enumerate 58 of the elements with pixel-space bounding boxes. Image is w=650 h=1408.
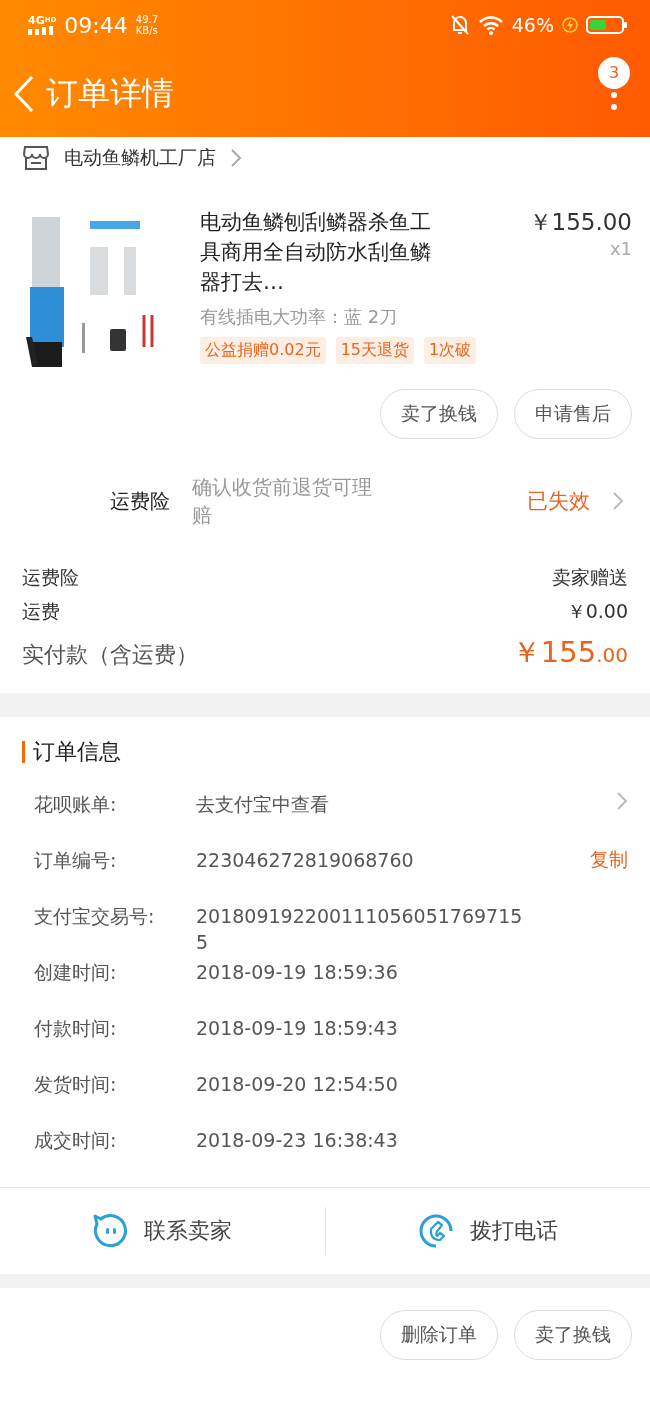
- info-value: 223046272819068760: [196, 848, 415, 873]
- contact-label[interactable]: 拨打电话: [469, 1216, 558, 1246]
- info-value: 2018-09-19 18:59:43: [196, 1016, 399, 1041]
- cost-value: ￥0.00: [566, 599, 628, 624]
- info-label: 订单编号:: [34, 848, 118, 873]
- network-speed: 49.7: [135, 14, 159, 25]
- shop-name[interactable]: 电动鱼鳞机工厂店: [64, 145, 216, 171]
- product-price: ￥155.00: [528, 208, 632, 237]
- chat-bubble-icon[interactable]: [92, 1213, 129, 1249]
- insurance-description: 确认收货前退货可理赔: [192, 474, 373, 529]
- chevron-right-icon[interactable]: [616, 791, 628, 811]
- info-value: 2018091922001110560517697155: [196, 904, 524, 955]
- status-time: 09:44: [64, 12, 128, 38]
- info-label: 成交时间:: [34, 1128, 118, 1153]
- charging-icon: [562, 16, 578, 34]
- info-value: 2018-09-19 18:59:36: [196, 960, 399, 985]
- battery-icon: [586, 15, 628, 35]
- insurance-label: 运费险: [110, 487, 170, 515]
- shop-icon: [22, 145, 50, 171]
- action-button[interactable]: 卖了换钱: [380, 389, 498, 439]
- wifi-icon: [477, 15, 504, 35]
- cost-value: 卖家赠送: [552, 565, 628, 590]
- notification-badge: 3: [598, 56, 630, 89]
- more-icon[interactable]: [610, 90, 618, 111]
- chevron-right-icon: [612, 491, 624, 511]
- info-label: 创建时间:: [34, 960, 118, 985]
- action-button[interactable]: 卖了换钱: [514, 1310, 632, 1360]
- accent-bar: [22, 741, 25, 763]
- muted-bell-icon: [449, 14, 470, 36]
- contact-label[interactable]: 联系卖家: [144, 1216, 233, 1246]
- speed-unit: KB/s: [135, 25, 159, 36]
- action-button[interactable]: 申请售后: [514, 389, 632, 439]
- network-type: 4G: [28, 14, 45, 27]
- info-label: 付款时间:: [34, 1016, 118, 1041]
- phone-icon[interactable]: [417, 1213, 454, 1249]
- section-title: 订单信息: [33, 738, 121, 766]
- page-title: 订单详情: [46, 72, 175, 114]
- back-icon[interactable]: [12, 74, 36, 113]
- action-button[interactable]: 删除订单: [380, 1310, 498, 1360]
- info-label: 发货时间:: [34, 1072, 118, 1097]
- battery-percent: 46%: [511, 14, 554, 36]
- cost-label: 运费: [22, 599, 60, 624]
- product-quantity: x1: [609, 238, 632, 259]
- signal-icon: [28, 26, 54, 35]
- info-value: 2018-09-23 16:38:43: [196, 1128, 399, 1153]
- product-spec: 有线插电大功率：蓝 2刀: [200, 305, 399, 329]
- cost-label: 实付款（含运费）: [22, 641, 198, 669]
- total-amount: ￥155.00: [511, 634, 628, 671]
- service-tag: 公益捐赠0.02元: [200, 337, 326, 364]
- info-label: 支付宝交易号:: [34, 904, 156, 929]
- info-value[interactable]: 去支付宝中查看: [196, 791, 526, 817]
- cost-label: 运费险: [22, 565, 79, 590]
- service-tag: 1次破: [424, 337, 477, 364]
- info-value: 2018-09-20 12:54:50: [196, 1072, 399, 1097]
- info-label: 花呗账单:: [34, 792, 118, 817]
- chevron-right-icon: [230, 148, 242, 168]
- product-title[interactable]: 电动鱼鳞刨刮鳞器杀鱼工具商用全自动防水刮鱼鳞器打去…: [200, 207, 438, 297]
- service-tag: 15天退货: [335, 337, 414, 364]
